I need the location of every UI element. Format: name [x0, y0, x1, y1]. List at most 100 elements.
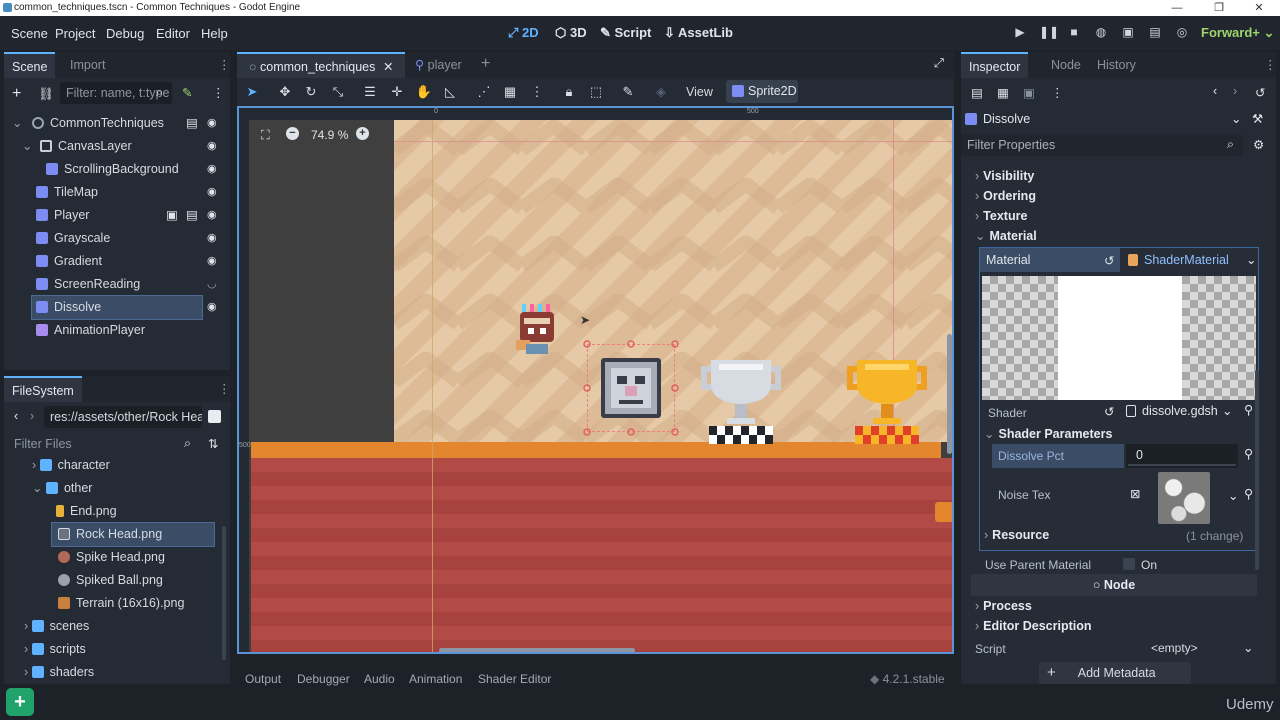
vertical-scrollbar[interactable]: [947, 334, 952, 454]
pan-tool-icon[interactable]: ✋: [414, 84, 434, 100]
tab-output[interactable]: Output: [245, 672, 281, 686]
minimize-button[interactable]: —: [1162, 0, 1192, 16]
mode-3d-button[interactable]: ⬡ 3D: [555, 25, 587, 41]
use-parent-material-checkbox[interactable]: [1123, 558, 1135, 570]
visibility-eye-icon[interactable]: ◉: [207, 250, 217, 273]
forward-icon[interactable]: ›: [30, 409, 34, 423]
visibility-eye-icon[interactable]: ◉: [207, 296, 217, 319]
section-resource[interactable]: › Resource: [984, 528, 1049, 542]
scene-menu-icon[interactable]: ⋮: [212, 85, 225, 100]
tab-history[interactable]: History: [1089, 52, 1144, 78]
add-metadata-button[interactable]: + Add Metadata: [1039, 662, 1191, 684]
menu-project[interactable]: Project: [55, 26, 95, 41]
list-select-icon[interactable]: ☰: [360, 84, 380, 100]
tab-debugger[interactable]: Debugger: [297, 672, 350, 686]
object-properties-icon[interactable]: ⚒: [1252, 111, 1263, 126]
tree-node-tilemap[interactable]: TileMap ◉: [4, 181, 230, 204]
open-scene-icon[interactable]: ▣: [166, 204, 178, 227]
load-resource-icon[interactable]: ▦: [997, 85, 1009, 100]
skeleton-icon[interactable]: ✎: [618, 84, 638, 100]
rotate-tool-icon[interactable]: ↻: [301, 84, 321, 100]
attach-script-icon[interactable]: ✎: [182, 85, 192, 100]
menu-scene[interactable]: Scene: [11, 26, 48, 41]
move-tool-icon[interactable]: ✥: [275, 84, 295, 100]
file-spiked-ball-png[interactable]: Spiked Ball.png: [4, 569, 220, 592]
sprite2d-menu[interactable]: Sprite2D: [726, 80, 798, 103]
section-material[interactable]: ⌄ Material: [975, 226, 1037, 246]
section-visibility[interactable]: › Visibility: [975, 166, 1034, 186]
tree-node-screenreading[interactable]: ScreenReading ◡: [4, 273, 230, 296]
history-back-icon[interactable]: ‹: [1213, 84, 1217, 98]
tune-icon[interactable]: ⚙: [1253, 137, 1264, 152]
remote-debug-icon[interactable]: ◍: [1093, 25, 1109, 41]
mode-2d-button[interactable]: ⤢ 2D: [508, 25, 539, 41]
mode-script-button[interactable]: ✎ Script: [600, 25, 651, 41]
play-scene-icon[interactable]: ▣: [1120, 25, 1136, 41]
chevron-down-icon[interactable]: ⌄: [1243, 640, 1253, 655]
group-icon[interactable]: ⬚: [586, 84, 606, 100]
zoom-in-icon[interactable]: +: [356, 127, 369, 140]
visibility-eye-icon[interactable]: ◉: [207, 181, 217, 204]
tab-import[interactable]: Import: [62, 52, 113, 78]
resource-menu-icon[interactable]: ⋮: [1051, 85, 1064, 100]
zoom-level[interactable]: 74.9 %: [311, 128, 348, 142]
restore-button[interactable]: ❐: [1204, 0, 1234, 16]
script-icon[interactable]: ▤: [186, 204, 198, 227]
file-rock-head-png[interactable]: Rock Head.png: [51, 522, 215, 547]
split-view-icon[interactable]: [208, 410, 221, 423]
folder-other[interactable]: ⌄ other: [4, 477, 220, 500]
grid-snap-icon[interactable]: ▦: [500, 84, 520, 100]
noise-texture-preview[interactable]: [1158, 472, 1210, 524]
smart-snap-icon[interactable]: ⋰: [474, 84, 494, 100]
player-sprite[interactable]: [514, 304, 564, 358]
pivot-tool-icon[interactable]: ✛: [387, 84, 407, 100]
menu-debug[interactable]: Debug: [106, 26, 144, 41]
close-window-button[interactable]: ✕: [1244, 0, 1274, 16]
distraction-free-icon[interactable]: ⤢: [934, 56, 944, 71]
path-input[interactable]: res://assets/other/Rock Hea: [44, 406, 202, 428]
shader-resource-picker[interactable]: dissolve.gdsh ⌄: [1126, 400, 1238, 422]
renderer-select[interactable]: Forward+ ⌄: [1201, 25, 1274, 41]
object-history-icon[interactable]: ↺: [1255, 85, 1265, 100]
menu-editor[interactable]: Editor: [156, 26, 190, 41]
filesystem-scrollbar[interactable]: [222, 526, 226, 660]
filter-files-input[interactable]: Filter Files: [8, 433, 200, 455]
horizontal-scrollbar[interactable]: [439, 648, 635, 652]
visibility-eye-icon[interactable]: ◉: [207, 227, 217, 250]
new-resource-icon[interactable]: ▤: [971, 85, 983, 100]
hidden-eye-icon[interactable]: ◡: [207, 273, 217, 296]
zoom-out-icon[interactable]: −: [286, 127, 299, 140]
rock-head-sprite[interactable]: [601, 358, 661, 418]
tree-node-grayscale[interactable]: Grayscale ◉: [4, 227, 230, 250]
visibility-eye-icon[interactable]: ◉: [207, 112, 217, 135]
section-process[interactable]: › Process: [975, 596, 1032, 616]
history-forward-icon[interactable]: ›: [1233, 84, 1237, 98]
tab-animation[interactable]: Animation: [409, 672, 462, 686]
ruler-tool-icon[interactable]: ◺: [440, 84, 460, 100]
tab-scene[interactable]: Scene: [4, 52, 56, 78]
instance-scene-icon[interactable]: ⛓: [38, 87, 54, 102]
filter-properties-input[interactable]: Filter Properties: [961, 134, 1243, 156]
folder-scenes[interactable]: › scenes: [4, 615, 220, 638]
tree-node-animationplayer[interactable]: AnimationPlayer: [4, 319, 230, 342]
folder-scripts[interactable]: › scripts: [4, 638, 220, 661]
view-menu[interactable]: View: [686, 85, 713, 99]
back-icon[interactable]: ‹: [14, 409, 18, 423]
dock-menu-icon[interactable]: ⋮: [218, 57, 231, 72]
tab-audio[interactable]: Audio: [364, 672, 395, 686]
script-value[interactable]: <empty>: [1151, 641, 1198, 655]
section-texture[interactable]: › Texture: [975, 206, 1027, 226]
play-custom-scene-icon[interactable]: ▤: [1147, 25, 1163, 41]
tab-filesystem[interactable]: FileSystem: [4, 376, 82, 402]
material-resource-picker[interactable]: ShaderMaterial ⌄: [1122, 248, 1258, 272]
lock-icon[interactable]: 🔒︎: [559, 84, 579, 100]
script-icon[interactable]: ▤: [186, 112, 198, 135]
tree-node-gradient[interactable]: Gradient ◉: [4, 250, 230, 273]
tab-common-techniques[interactable]: ○ common_techniques ✕: [237, 52, 405, 78]
section-editor-description[interactable]: › Editor Description: [975, 616, 1092, 636]
tree-node-canvaslayer[interactable]: ⌄ CanvasLayer ◉: [4, 135, 230, 158]
section-ordering[interactable]: › Ordering: [975, 186, 1036, 206]
movie-maker-icon[interactable]: ◎: [1174, 25, 1190, 41]
visibility-eye-icon[interactable]: ◉: [207, 204, 217, 227]
chevron-down-icon[interactable]: ⌄: [1228, 488, 1238, 503]
